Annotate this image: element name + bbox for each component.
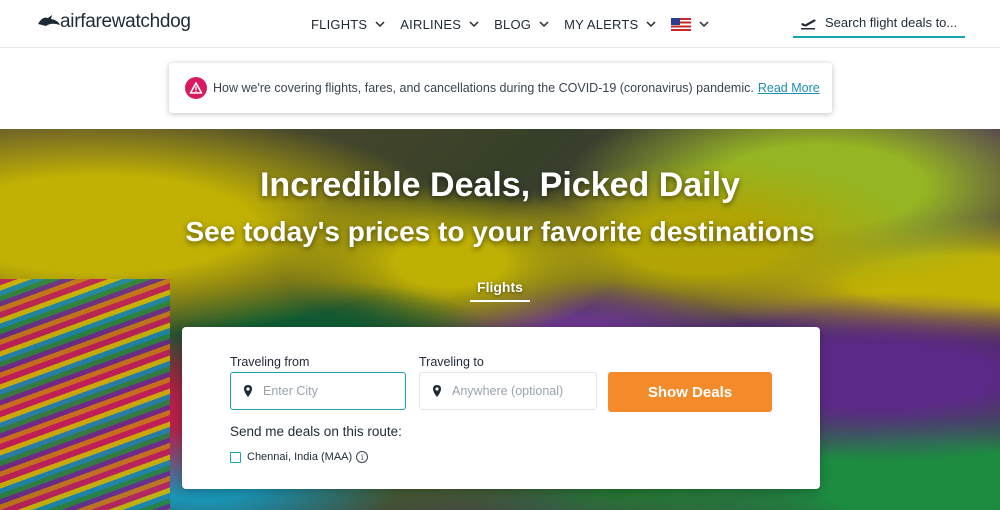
nav-flights[interactable]: FLIGHTS (311, 17, 385, 32)
chevron-down-icon (375, 21, 385, 28)
hero-title: Incredible Deals, Picked Daily (259, 166, 740, 204)
from-label: Traveling from (230, 355, 310, 369)
warning-icon (185, 77, 207, 99)
nav-my-alerts-label: MY ALERTS (564, 16, 639, 32)
location-pin-icon (433, 385, 441, 397)
to-input[interactable] (452, 384, 582, 398)
show-deals-button[interactable]: Show Deals (608, 372, 772, 412)
nav-airlines-label: AIRLINES (400, 16, 462, 32)
chevron-down-icon (469, 21, 479, 28)
read-more-link[interactable]: Read More (758, 81, 820, 95)
main-nav: FLIGHTS AIRLINES BLOG MY ALERTS (311, 14, 724, 34)
nav-blog[interactable]: BLOG (494, 17, 549, 32)
logo-text: airfarewatchdog (60, 11, 191, 32)
chevron-down-icon (646, 21, 656, 28)
nav-flights-label: FLIGHTS (311, 16, 368, 32)
hero-subtitle: See today's prices to your favorite dest… (185, 216, 815, 247)
send-deals-label: Send me deals on this route: (230, 424, 402, 439)
info-icon[interactable]: i (356, 451, 369, 463)
covid-notice: How we're covering flights, fares, and c… (169, 63, 832, 113)
nav-airlines[interactable]: AIRLINES (400, 17, 479, 32)
chevron-down-icon (539, 21, 549, 28)
country-selector[interactable] (671, 17, 709, 31)
nav-blog-label: BLOG (494, 16, 532, 32)
to-label: Traveling to (419, 355, 484, 369)
from-field[interactable] (230, 372, 406, 410)
to-field[interactable] (419, 372, 597, 410)
header-search-input[interactable] (825, 14, 960, 30)
chevron-down-icon (699, 21, 709, 28)
us-flag-icon (671, 17, 692, 31)
nav-my-alerts[interactable]: MY ALERTS (564, 17, 656, 32)
tab-flights[interactable]: Flights (470, 279, 530, 302)
plane-takeoff-icon (801, 19, 816, 30)
route-option-label: Chennai, India (MAA) (247, 451, 353, 463)
site-header: airfarewatchdog FLIGHTS AIRLINES BLOG MY… (0, 0, 1000, 48)
header-search (793, 8, 965, 38)
logo[interactable]: airfarewatchdog (36, 10, 191, 34)
notice-text: How we're covering flights, fares, and c… (213, 81, 754, 95)
route-option[interactable]: Chennai, India (MAA) i (230, 451, 369, 463)
deal-search-card: Traveling from Traveling to Show Deals S… (182, 327, 820, 489)
route-checkbox[interactable] (230, 451, 241, 463)
location-pin-icon (244, 385, 252, 397)
from-input[interactable] (263, 384, 393, 398)
